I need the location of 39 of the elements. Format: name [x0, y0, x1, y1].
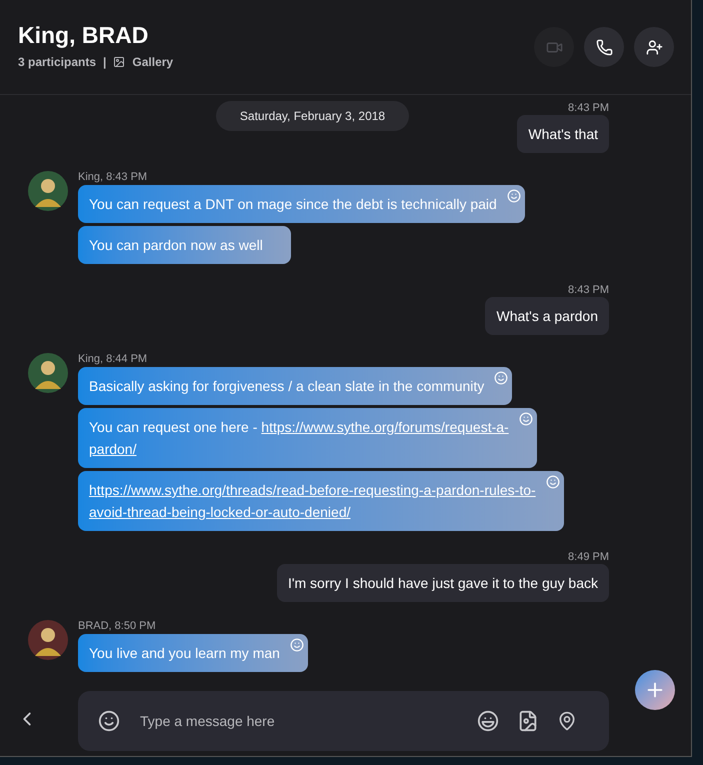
chat-title: King, BRAD — [18, 21, 150, 50]
message-text: You can request one here - — [89, 419, 258, 435]
link[interactable]: https://www.sythe.org/threads/read-before-requesting-a-pardon-rules-to- — [89, 482, 536, 498]
smiley-icon[interactable] — [290, 638, 304, 652]
smiley-icon[interactable] — [518, 412, 533, 426]
sender-time: BRAD, 8:50 PM — [78, 621, 156, 632]
phone-button[interactable] — [584, 27, 624, 67]
date-pill: Saturday, February 3, 2018 — [216, 101, 410, 131]
timestamp: 8:43 PM — [568, 101, 609, 115]
image-icon — [113, 56, 126, 68]
message-text: You can pardon now as well — [89, 237, 263, 253]
participants-count[interactable]: 3 participants — [18, 53, 96, 71]
add-person-button[interactable] — [634, 27, 674, 67]
separator: | — [103, 54, 106, 71]
sticker-icon[interactable] — [477, 710, 500, 732]
message-bubble: I'm sorry I should have just gave it to the guy back — [276, 564, 609, 602]
message-input[interactable]: Type a message here — [78, 691, 610, 751]
message-text: Basically asking for forgiveness / a clean slate in the community — [89, 378, 484, 394]
add-button[interactable] — [635, 670, 675, 710]
location-icon[interactable] — [557, 711, 578, 731]
link[interactable]: avoid-thread-being-locked-or-auto-denied/ — [89, 504, 350, 520]
message-text: You live and you learn my man — [89, 645, 280, 661]
gallery-link[interactable]: Gallery — [132, 53, 174, 71]
timestamp: 8:43 PM — [568, 283, 609, 297]
sender-time: King, 8:44 PM — [78, 354, 148, 365]
smiley-icon[interactable] — [546, 475, 560, 489]
sender-time: King, 8:43 PM — [78, 172, 148, 183]
timestamp: 8:49 PM — [568, 550, 609, 564]
input-field[interactable]: Type a message here — [140, 710, 478, 732]
smiley-icon[interactable] — [494, 371, 508, 385]
link[interactable]: https://www.sythe.org/forums/request-a- — [261, 419, 509, 435]
smiley-icon[interactable] — [506, 189, 521, 203]
message-text: You can request a DNT on mage since the debt is technically paid — [89, 196, 497, 212]
emoji-icon[interactable] — [98, 710, 120, 732]
phone-icon — [596, 38, 612, 56]
message-bubble: What's a pardon — [485, 297, 609, 335]
message-bubble: What's that — [517, 115, 609, 153]
add-person-icon — [646, 38, 662, 56]
link[interactable]: pardon/ — [89, 441, 136, 457]
